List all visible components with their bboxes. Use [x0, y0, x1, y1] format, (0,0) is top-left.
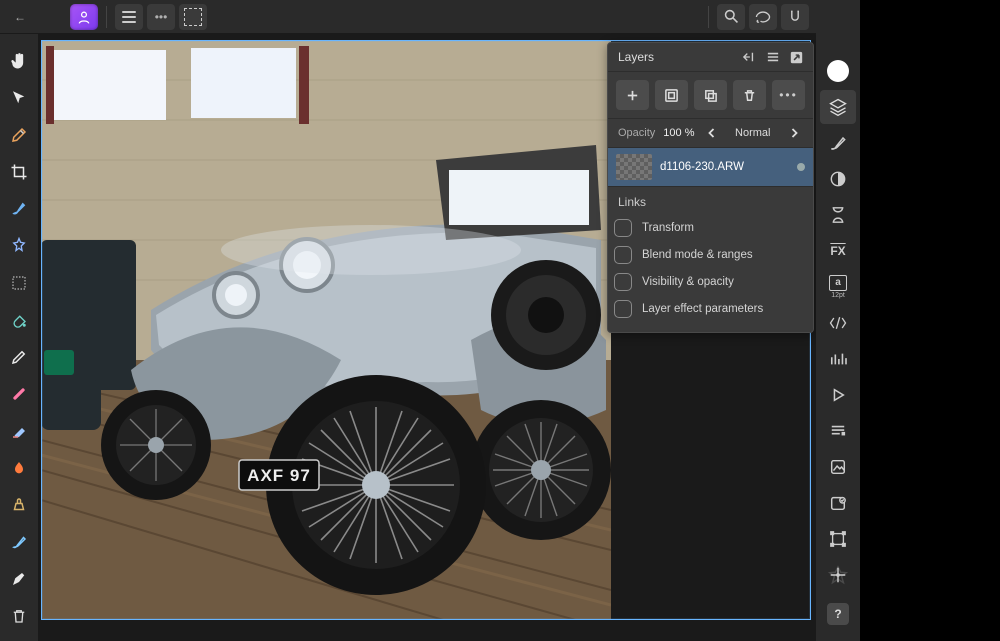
layer-options-button[interactable]: •••	[772, 80, 805, 110]
back-button[interactable]: ←	[6, 4, 34, 30]
erase-tool[interactable]	[8, 421, 30, 442]
link-visibility-label: Visibility & opacity	[642, 276, 734, 288]
panel-list-icon[interactable]	[766, 51, 780, 63]
snapping-button[interactable]	[781, 4, 809, 30]
fx-studio-button[interactable]: FX	[820, 234, 856, 268]
layer-name: d1106-230.ARW	[660, 161, 789, 173]
zoom-button[interactable]	[717, 4, 745, 30]
opacity-value[interactable]: 100 %	[663, 127, 694, 139]
link-fx-label: Layer effect parameters	[642, 303, 763, 315]
license-plate-text: AXF 97	[247, 466, 311, 485]
layer-row[interactable]: d1106-230.ARW	[608, 148, 813, 186]
help-button[interactable]: ?	[820, 597, 856, 631]
assets-studio-button[interactable]	[820, 486, 856, 520]
clone-stamp-tool[interactable]	[8, 495, 30, 516]
add-layer-button[interactable]	[616, 80, 649, 110]
marquee-tool[interactable]	[8, 272, 30, 293]
document-menu-button[interactable]	[115, 4, 143, 30]
delete-layer-button[interactable]	[733, 80, 766, 110]
view-hand-tool[interactable]	[8, 50, 30, 71]
text-studio-button[interactable]: a 12pt	[820, 270, 856, 304]
paragraph-studio-button[interactable]	[820, 414, 856, 448]
inpainting-tool[interactable]	[8, 458, 30, 479]
panel-popout-icon[interactable]	[790, 51, 803, 64]
paint-mixer-tool[interactable]	[8, 532, 30, 553]
link-blend-label: Blend mode & ranges	[642, 249, 753, 261]
mask-layer-button[interactable]	[655, 80, 688, 110]
stock-studio-button[interactable]	[820, 450, 856, 484]
auto-select-tool[interactable]	[8, 235, 30, 256]
layer-thumbnail	[616, 154, 652, 180]
lasso-view-button[interactable]	[749, 4, 777, 30]
selection-brush-tool[interactable]	[8, 198, 30, 219]
navigator-studio-button[interactable]	[820, 558, 856, 592]
color-swatch[interactable]	[820, 54, 856, 88]
link-transform[interactable]: Transform	[614, 219, 807, 237]
top-toolbar: ← •••	[0, 0, 860, 34]
right-studio-rail: FX a 12pt ?	[816, 0, 860, 641]
photo-persona-button[interactable]	[70, 4, 98, 30]
move-tool[interactable]	[8, 87, 30, 108]
links-section-title: Links	[608, 186, 813, 215]
blend-prev-button[interactable]	[703, 127, 720, 139]
panel-collapse-icon[interactable]	[742, 51, 756, 63]
paint-brush-tool[interactable]	[8, 347, 30, 368]
layers-panel-title: Layers	[618, 50, 654, 64]
document-image: AXF 97	[41, 40, 611, 620]
duplicate-layer-button[interactable]	[694, 80, 727, 110]
channels-studio-button[interactable]	[820, 342, 856, 376]
crop-tool[interactable]	[8, 161, 30, 182]
text-size-label: 12pt	[829, 292, 847, 299]
pixel-tool[interactable]	[8, 384, 30, 405]
documents-grid-button[interactable]	[38, 4, 66, 30]
opacity-label: Opacity	[618, 127, 655, 139]
flood-fill-tool[interactable]	[8, 309, 30, 330]
link-transform-label: Transform	[642, 222, 694, 234]
edit-selection-button[interactable]	[179, 4, 207, 30]
blend-next-button[interactable]	[786, 127, 803, 139]
sources-studio-button[interactable]	[820, 306, 856, 340]
color-picker-tool[interactable]	[8, 124, 30, 145]
layer-visibility-dot[interactable]	[797, 163, 805, 171]
link-visibility[interactable]: Visibility & opacity	[614, 273, 807, 291]
layers-panel: Layers ••• Opacity 100 %	[607, 42, 814, 333]
adjustments-studio-button[interactable]	[820, 162, 856, 196]
layers-studio-button[interactable]	[820, 90, 856, 124]
brush-studio-button[interactable]	[820, 126, 856, 160]
more-menu-button[interactable]: •••	[147, 4, 175, 30]
transform-studio-button[interactable]	[820, 522, 856, 556]
delete-tool[interactable]	[8, 606, 30, 627]
link-blend[interactable]: Blend mode & ranges	[614, 246, 807, 264]
link-fx[interactable]: Layer effect parameters	[614, 300, 807, 318]
play-macro-button[interactable]	[820, 378, 856, 412]
blend-mode-value[interactable]: Normal	[735, 127, 770, 139]
pen-tool[interactable]	[8, 569, 30, 590]
left-tool-rail	[0, 34, 38, 641]
history-studio-button[interactable]	[820, 198, 856, 232]
